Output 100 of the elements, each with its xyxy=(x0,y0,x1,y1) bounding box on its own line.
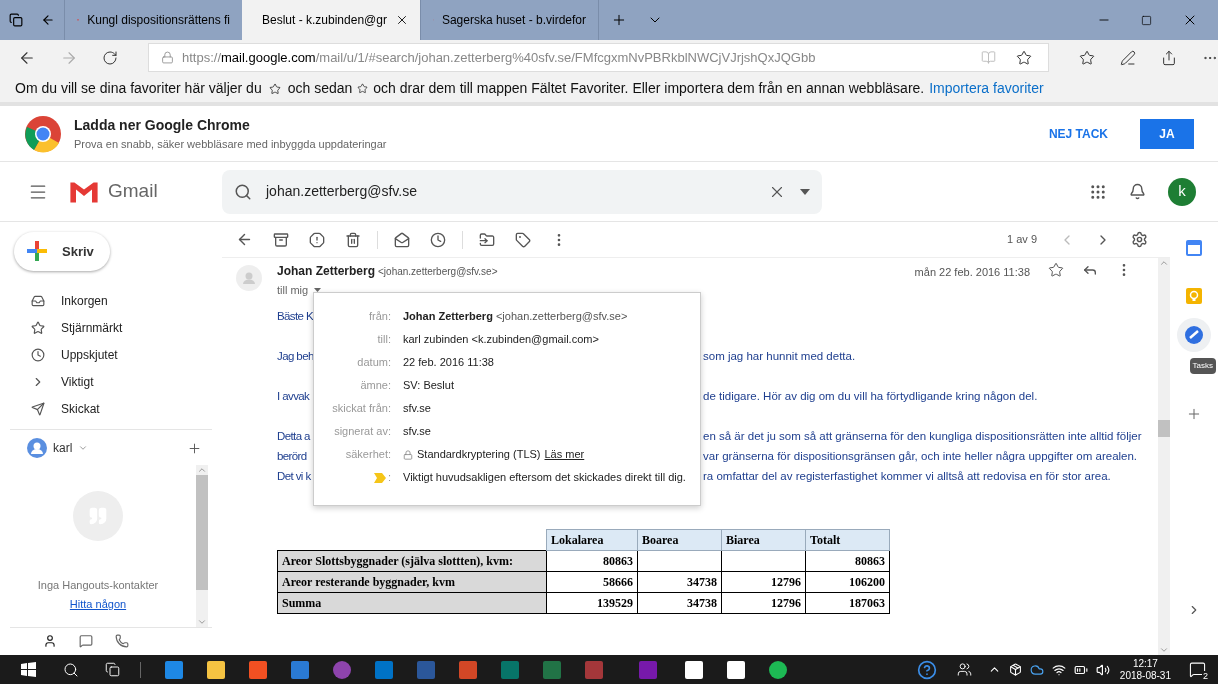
wifi-icon[interactable] xyxy=(1051,662,1066,677)
move-icon[interactable] xyxy=(479,231,495,248)
tab-title: Sagerska huset - b.virdefor xyxy=(441,12,586,29)
plus-icon xyxy=(26,240,48,263)
detail-label: skickat från: xyxy=(332,401,391,417)
row-label: Areor resterande byggnader, kvm xyxy=(277,571,547,592)
excel-icon[interactable] xyxy=(543,660,561,679)
sender-avatar-icon xyxy=(236,265,262,291)
apps-grid-icon[interactable] xyxy=(1089,182,1107,201)
set-aside-icon[interactable] xyxy=(41,13,55,27)
word-icon[interactable] xyxy=(417,660,435,679)
favorites-icon[interactable] xyxy=(1079,49,1095,66)
import-favorites-link[interactable]: Importera favoriter xyxy=(929,78,1044,99)
notifications-icon[interactable] xyxy=(1129,183,1146,200)
find-someone-link[interactable]: Hitta någon xyxy=(69,596,127,613)
star-icon[interactable] xyxy=(1016,49,1032,66)
detail-label: från: xyxy=(369,309,391,325)
search-field[interactable]: johan.zetterberg@sfv.se xyxy=(222,169,822,214)
account-name[interactable]: karl xyxy=(53,439,73,458)
outlook-icon[interactable] xyxy=(375,660,393,679)
new-tab-icon[interactable] xyxy=(611,12,627,28)
tab-title: Kungl dispositionsrättens fi xyxy=(87,12,230,29)
contacts-icon[interactable] xyxy=(43,634,57,649)
message-date: mån 22 feb. 2016 11:38 xyxy=(914,265,1030,280)
body-text: I avvak xyxy=(277,388,311,404)
tooltip: Tasks xyxy=(1189,358,1216,374)
label-icon[interactable] xyxy=(515,231,531,248)
powerpoint-icon[interactable] xyxy=(459,660,477,679)
help-icon[interactable] xyxy=(916,659,937,680)
scrollbar[interactable] xyxy=(196,464,208,627)
read-more-link[interactable]: Läs mer xyxy=(544,446,585,463)
nav-item[interactable]: Uppskjutet xyxy=(0,341,222,369)
folder-icon[interactable] xyxy=(207,660,225,679)
chat-icon[interactable] xyxy=(79,634,93,649)
compose-button[interactable]: Skriv xyxy=(14,232,110,271)
table-cell: 12796 xyxy=(721,592,806,613)
restore-icon[interactable] xyxy=(1141,14,1152,26)
table-cell: 34738 xyxy=(637,592,722,613)
people-icon[interactable] xyxy=(956,662,972,677)
delete-icon[interactable] xyxy=(345,231,361,248)
back-icon[interactable] xyxy=(236,231,253,248)
volume-icon[interactable] xyxy=(1095,662,1110,677)
body-text: en så är det ju som så att gränserna för den kungliga dispositionsrätten inte alltid följer xyxy=(703,428,1142,444)
detail-label: signerat av: xyxy=(334,424,391,440)
tasks-icon[interactable] xyxy=(1177,318,1211,352)
nav-item[interactable]: Viktigt xyxy=(0,368,222,396)
promo-title: Ladda ner Google Chrome xyxy=(74,115,251,135)
spotify-icon[interactable] xyxy=(769,660,787,679)
access-icon[interactable] xyxy=(585,660,603,679)
share-icon[interactable] xyxy=(1161,49,1177,66)
table-cell: 106200 xyxy=(805,571,890,592)
table-cell: 34738 xyxy=(637,571,722,592)
dropdown-caret-icon[interactable] xyxy=(800,188,810,195)
promo-button[interactable]: JA xyxy=(1140,118,1194,149)
store-icon[interactable] xyxy=(249,660,267,679)
nav-item[interactable]: Stjärnmärkt xyxy=(0,314,222,342)
scrollbar[interactable] xyxy=(1158,258,1170,655)
publisher-icon[interactable] xyxy=(501,660,519,679)
column-header: Lokalarea xyxy=(546,529,638,550)
body-text: Det vi k xyxy=(277,468,312,484)
camera-icon[interactable] xyxy=(727,660,745,679)
tab-title: Beslut - k.zubinden@gr xyxy=(262,12,387,29)
task-view-icon[interactable] xyxy=(105,662,120,677)
lock-icon xyxy=(403,449,413,460)
contact-card-icon[interactable] xyxy=(291,660,309,679)
calendar-icon[interactable] xyxy=(685,660,703,679)
detail-label: : xyxy=(387,470,391,486)
search-icon[interactable] xyxy=(234,182,252,201)
column-header: Totalt xyxy=(805,529,890,550)
detail-value: Standardkryptering (TLS) xyxy=(417,447,541,463)
favorites-icon xyxy=(268,82,281,95)
pen-icon[interactable] xyxy=(1120,49,1136,66)
phone-icon[interactable] xyxy=(115,634,129,649)
nav-item[interactable]: Inkorgen xyxy=(0,287,222,315)
url-text: https://mail.google.com/mail/u/1/#search/johan.zetterberg%40sfv.se/FMfcgxmNvPBRkblNWCjVJrjshQxJQGbb xyxy=(182,48,817,67)
windows-logo-icon[interactable] xyxy=(21,662,36,677)
empty-contacts-text: Inga Hangouts-kontakter xyxy=(37,577,159,593)
address-field[interactable]: https://mail.google.com/mail/u/1/#search/johan.zetterberg%40sfv.se/FMfcgxmNvPBRkblNWCjVJrjshQxJQGbb xyxy=(148,43,1049,72)
edge-icon[interactable] xyxy=(165,660,183,679)
report-spam-icon[interactable] xyxy=(309,231,325,248)
star-icon[interactable] xyxy=(1048,262,1064,278)
cloud-icon[interactable] xyxy=(1029,662,1044,677)
add-icon[interactable] xyxy=(187,440,202,456)
nav-item[interactable]: Skickat xyxy=(0,395,222,423)
table-cell: 58666 xyxy=(546,571,638,592)
search-value: johan.zetterberg@sfv.se xyxy=(266,182,418,201)
tabs-aside-icon[interactable] xyxy=(9,13,23,27)
scrollbar-thumb[interactable] xyxy=(1158,420,1170,437)
mail-open-icon[interactable] xyxy=(394,231,410,248)
dropbox-icon[interactable] xyxy=(1008,663,1022,676)
browser-tab[interactable]: Beslut - k.zubinden@gr xyxy=(242,0,420,40)
account-avatar[interactable]: k xyxy=(1168,177,1196,206)
settings-icon[interactable] xyxy=(1131,231,1148,248)
detail-label: till: xyxy=(377,332,391,348)
snooze-icon[interactable] xyxy=(430,231,446,248)
favorites-hint-text: Om du vill se dina favoriter här väljer du xyxy=(15,79,262,98)
refresh-icon[interactable] xyxy=(102,49,118,66)
archive-icon[interactable] xyxy=(273,231,289,248)
search-icon[interactable] xyxy=(63,661,79,678)
scrollbar-thumb[interactable] xyxy=(196,474,208,590)
